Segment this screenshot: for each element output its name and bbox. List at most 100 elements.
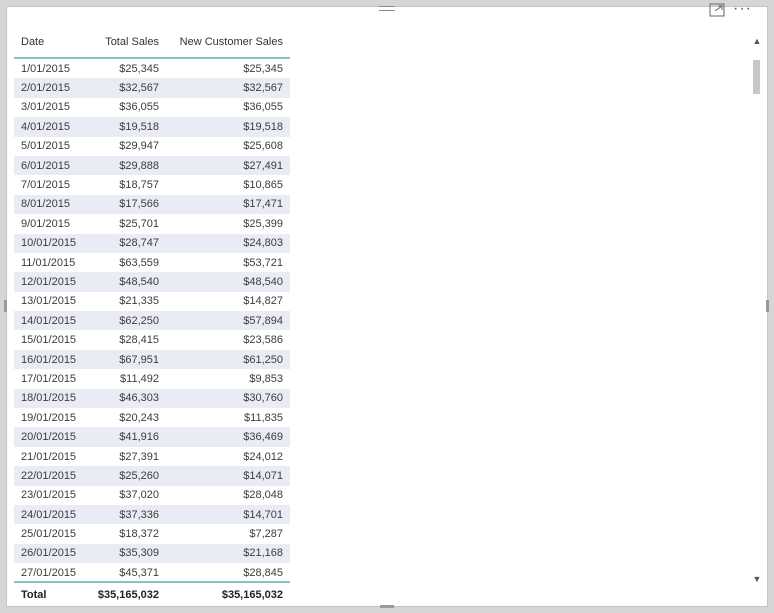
column-header-total-sales[interactable]: Total Sales <box>90 27 166 59</box>
column-header-date[interactable]: Date <box>14 27 90 59</box>
focus-mode-icon[interactable] <box>709 3 725 17</box>
cell-total-sales: $25,701 <box>119 217 159 230</box>
total-row: Total $35,165,032 $35,165,032 <box>14 581 290 606</box>
table-row: 18/01/2015 $46,303 $30,760 <box>14 388 290 409</box>
cell-total-sales: $25,345 <box>119 62 159 75</box>
column-header-new-customer-sales[interactable]: New Customer Sales <box>166 27 290 59</box>
cell-new-customer-sales: $19,518 <box>166 117 290 137</box>
cell-total-sales: $32,567 <box>90 78 166 98</box>
cell-total-sales: $17,566 <box>90 194 166 215</box>
resize-handle-bottom[interactable] <box>380 605 394 608</box>
cell-date: 8/01/2015 <box>14 194 90 215</box>
cell-total-sales: $48,540 <box>90 272 166 292</box>
cell-date: 21/01/2015 <box>21 450 77 463</box>
cell-total-sales: $29,888 <box>90 155 166 176</box>
cell-date: 27/01/2015 <box>21 566 77 579</box>
cell-date: 26/01/2015 <box>14 543 90 564</box>
table-row: 22/01/2015 $25,260 $14,071 <box>14 466 290 486</box>
cell-date: 17/01/2015 <box>21 372 77 385</box>
table-row: 19/01/2015 $20,243 $11,835 <box>14 408 290 427</box>
cell-total-sales: $46,303 <box>90 388 166 409</box>
cell-date: 20/01/2015 <box>14 427 90 447</box>
cell-total-sales: $25,260 <box>90 466 166 486</box>
cell-date: 22/01/2015 <box>14 466 90 486</box>
cell-date: 7/01/2015 <box>21 179 70 192</box>
cell-new-customer-sales: $48,540 <box>166 272 290 292</box>
cell-date: 23/01/2015 <box>21 489 77 502</box>
more-options-icon[interactable]: ··· <box>733 0 757 18</box>
cell-total-sales: $63,559 <box>119 256 159 269</box>
cell-new-customer-sales: $61,250 <box>166 349 290 370</box>
cell-new-customer-sales: $14,071 <box>166 466 290 486</box>
table-row: 8/01/2015 $17,566 $17,471 <box>14 194 290 215</box>
cell-new-customer-sales: $25,399 <box>243 217 283 230</box>
table-row: 16/01/2015 $67,951 $61,250 <box>14 349 290 370</box>
cell-new-customer-sales: $14,701 <box>166 504 290 525</box>
cell-date: 19/01/2015 <box>21 411 77 424</box>
cell-new-customer-sales: $10,865 <box>243 179 283 192</box>
table-row: 10/01/2015 $28,747 $24,803 <box>14 233 290 253</box>
table-row: 6/01/2015 $29,888 $27,491 <box>14 155 290 176</box>
cell-new-customer-sales: $9,853 <box>249 372 283 385</box>
table-row: 14/01/2015 $62,250 $57,894 <box>14 311 290 331</box>
table-row: 7/01/2015 $18,757 $10,865 <box>14 175 290 194</box>
cell-total-sales: $28,747 <box>90 233 166 253</box>
cell-total-sales: $18,372 <box>119 528 159 541</box>
cell-total-sales: $35,309 <box>90 543 166 564</box>
table-row: 3/01/2015 $36,055 $36,055 <box>14 98 290 117</box>
cell-date: 2/01/2015 <box>14 78 90 98</box>
cell-date: 12/01/2015 <box>14 272 90 292</box>
table-row: 20/01/2015 $41,916 $36,469 <box>14 427 290 447</box>
scroll-down-icon[interactable]: ▼ <box>751 574 763 586</box>
table-row: 21/01/2015 $27,391 $24,012 <box>14 447 290 466</box>
cell-date: 9/01/2015 <box>21 217 70 230</box>
cell-date: 11/01/2015 <box>21 256 76 269</box>
table-row: 12/01/2015 $48,540 $48,540 <box>14 272 290 292</box>
cell-new-customer-sales: $28,845 <box>243 566 283 579</box>
vertical-scrollbar[interactable]: ▲ ▼ <box>751 36 763 586</box>
cell-date: 5/01/2015 <box>21 140 70 153</box>
cell-total-sales: $19,518 <box>90 117 166 137</box>
cell-date: 1/01/2015 <box>21 62 70 75</box>
cell-new-customer-sales: $25,608 <box>243 140 283 153</box>
table-row: 15/01/2015 $28,415 $23,586 <box>14 330 290 349</box>
table-row: 2/01/2015 $32,567 $32,567 <box>14 78 290 98</box>
cell-total-sales: $62,250 <box>90 311 166 331</box>
cell-date: 15/01/2015 <box>21 334 77 347</box>
total-sales-value: $35,165,032 <box>90 581 166 606</box>
table-row: 9/01/2015 $25,701 $25,399 <box>14 214 290 233</box>
cell-new-customer-sales: $36,055 <box>243 101 283 114</box>
cell-total-sales: $36,055 <box>119 101 159 114</box>
table-row: 13/01/2015 $21,335 $14,827 <box>14 292 290 311</box>
cell-new-customer-sales: $11,835 <box>244 411 283 424</box>
table-row: 11/01/2015 $63,559 $53,721 <box>14 253 290 272</box>
scroll-up-icon[interactable]: ▲ <box>751 36 763 48</box>
resize-handle-left[interactable] <box>4 300 7 312</box>
cell-date: 16/01/2015 <box>14 349 90 370</box>
cell-date: 4/01/2015 <box>14 117 90 137</box>
cell-total-sales: $21,335 <box>119 295 159 308</box>
table-row: 26/01/2015 $35,309 $21,168 <box>14 543 290 564</box>
cell-date: 13/01/2015 <box>21 295 77 308</box>
scroll-thumb[interactable] <box>753 60 760 94</box>
table-row: 4/01/2015 $19,518 $19,518 <box>14 117 290 137</box>
cell-total-sales: $45,371 <box>119 566 159 579</box>
cell-new-customer-sales: $21,168 <box>166 543 290 564</box>
table-row: 25/01/2015 $18,372 $7,287 <box>14 524 290 543</box>
data-table: Date Total Sales New Customer Sales 1/01… <box>14 27 290 583</box>
cell-new-customer-sales: $17,471 <box>166 194 290 215</box>
cell-total-sales: $11,492 <box>120 372 159 385</box>
cell-new-customer-sales: $14,827 <box>243 295 283 308</box>
cell-new-customer-sales: $53,721 <box>243 256 283 269</box>
cell-total-sales: $29,947 <box>119 140 159 153</box>
cell-total-sales: $27,391 <box>119 450 159 463</box>
cell-new-customer-sales: $25,345 <box>243 62 283 75</box>
cell-total-sales: $67,951 <box>90 349 166 370</box>
table-row: 27/01/2015 $45,371 $28,845 <box>14 563 290 582</box>
cell-total-sales: $28,415 <box>119 334 159 347</box>
resize-handle-right[interactable] <box>766 300 769 312</box>
drag-handle-icon[interactable] <box>379 6 395 15</box>
cell-date: 18/01/2015 <box>14 388 90 409</box>
cell-new-customer-sales: $7,287 <box>249 528 283 541</box>
cell-total-sales: $41,916 <box>90 427 166 447</box>
